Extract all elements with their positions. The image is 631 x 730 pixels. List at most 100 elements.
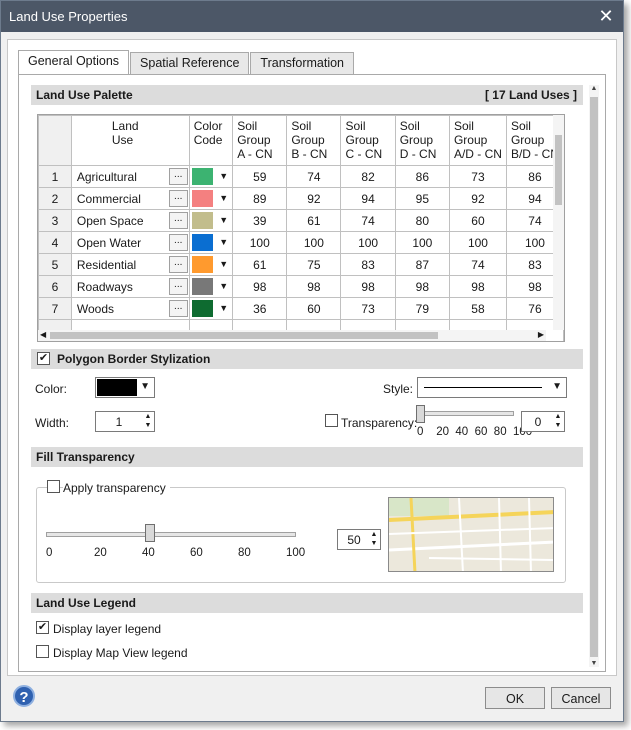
scroll-down-icon[interactable]: ▼ <box>589 660 599 667</box>
land-use-name-cell[interactable]: Open Space... <box>70 209 190 232</box>
cn-value-cell[interactable]: 92 <box>286 187 342 210</box>
spinner-arrows-icon[interactable]: ▲ ▼ <box>368 530 380 549</box>
cn-value-cell[interactable]: 39 <box>232 209 288 232</box>
cn-value-cell[interactable]: 98 <box>394 275 450 298</box>
cn-value-cell[interactable]: 100 <box>232 231 288 254</box>
grid-vscroll-thumb[interactable] <box>555 135 562 205</box>
tab-general-options[interactable]: General Options <box>18 50 130 74</box>
table-row[interactable]: 7 Woods... ▼ 36 60 73 79 58 76 <box>38 297 564 320</box>
color-code-cell[interactable]: ▼ <box>188 231 234 254</box>
border-transparency-thumb[interactable] <box>416 405 425 423</box>
table-row[interactable]: 2 Commercial... ▼ 89 92 94 95 92 94 <box>38 187 564 210</box>
cancel-button[interactable]: Cancel <box>551 687 611 709</box>
cn-value-cell[interactable]: 59 <box>232 165 288 188</box>
cn-value-cell[interactable]: 80 <box>394 209 450 232</box>
land-use-name-cell[interactable]: Commercial... <box>70 187 190 210</box>
land-use-name-cell[interactable]: Open Water... <box>70 231 190 254</box>
cn-value-cell[interactable]: 98 <box>286 275 342 298</box>
spinner-arrows-icon[interactable]: ▲ ▼ <box>142 412 154 431</box>
cn-value-cell[interactable]: 58 <box>448 297 507 320</box>
ok-button[interactable]: OK <box>485 687 545 709</box>
ellipsis-button[interactable]: ... <box>168 300 188 317</box>
cn-value-cell[interactable]: 98 <box>232 275 288 298</box>
fill-transparency-slider[interactable] <box>46 532 296 537</box>
land-use-name-cell[interactable]: Agricultural... <box>70 165 190 188</box>
cn-value-cell[interactable]: 87 <box>394 253 450 276</box>
land-use-name: Open Space <box>76 213 144 228</box>
cn-value-cell[interactable]: 60 <box>286 297 342 320</box>
cn-value-cell[interactable]: 95 <box>394 187 450 210</box>
help-icon[interactable]: ? <box>13 685 35 707</box>
cn-value-cell[interactable]: 83 <box>340 253 396 276</box>
scroll-right-icon[interactable]: ▶ <box>538 330 544 339</box>
ellipsis-button[interactable]: ... <box>168 168 188 185</box>
border-width-stepper[interactable]: 1 ▲ ▼ <box>95 411 155 432</box>
border-style-select[interactable]: ▼ <box>417 377 567 398</box>
table-row[interactable]: 4 Open Water... ▼ 100 100 100 100 100 100 <box>38 231 564 254</box>
border-color-picker[interactable]: ▼ <box>95 377 155 398</box>
cn-value-cell[interactable]: 100 <box>448 231 507 254</box>
cn-value-cell[interactable]: 100 <box>340 231 396 254</box>
panel-vscroll-thumb[interactable] <box>590 97 598 657</box>
transparency-checkbox[interactable] <box>325 414 338 427</box>
close-icon[interactable]: ✕ <box>589 6 623 27</box>
ellipsis-button[interactable]: ... <box>168 190 188 207</box>
ellipsis-button[interactable]: ... <box>168 234 188 251</box>
cn-value-cell[interactable]: 86 <box>394 165 450 188</box>
cn-value-cell[interactable]: 60 <box>448 209 507 232</box>
cn-value-cell[interactable]: 100 <box>394 231 450 254</box>
land-use-name-cell[interactable]: Residential... <box>70 253 190 276</box>
land-use-name-cell[interactable]: Roadways... <box>70 275 190 298</box>
cn-value-cell[interactable]: 61 <box>232 253 288 276</box>
border-stylization-checkbox[interactable]: ✔ <box>37 352 50 365</box>
grid-hscroll-thumb[interactable] <box>50 332 438 339</box>
color-code-cell[interactable]: ▼ <box>188 165 234 188</box>
border-transparency-stepper[interactable]: 0 ▲ ▼ <box>521 411 565 432</box>
cn-value-cell[interactable]: 74 <box>340 209 396 232</box>
ellipsis-button[interactable]: ... <box>168 278 188 295</box>
tab-spatial-reference[interactable]: Spatial Reference <box>130 52 250 74</box>
cn-value-cell[interactable]: 79 <box>394 297 450 320</box>
cn-value-cell[interactable]: 36 <box>232 297 288 320</box>
grid-vertical-scrollbar[interactable] <box>553 115 564 330</box>
ellipsis-button[interactable]: ... <box>168 212 188 229</box>
cn-value-cell[interactable]: 94 <box>340 187 396 210</box>
display-map-view-legend-checkbox[interactable] <box>36 645 49 658</box>
cn-value-cell[interactable]: 61 <box>286 209 342 232</box>
color-code-cell[interactable]: ▼ <box>188 297 234 320</box>
color-code-cell[interactable]: ▼ <box>188 187 234 210</box>
border-transparency-slider[interactable] <box>418 411 514 416</box>
tick-label: 60 <box>474 426 488 438</box>
fill-transparency-thumb[interactable] <box>145 524 155 542</box>
fill-transparency-stepper[interactable]: 50 ▲ ▼ <box>337 529 381 550</box>
cn-value-cell[interactable]: 98 <box>448 275 507 298</box>
table-row[interactable]: 5 Residential... ▼ 61 75 83 87 74 83 <box>38 253 564 276</box>
land-use-name-cell[interactable]: Woods... <box>70 297 190 320</box>
scroll-left-icon[interactable]: ◀ <box>40 330 46 339</box>
cn-value-cell[interactable]: 89 <box>232 187 288 210</box>
cn-value-cell[interactable]: 92 <box>448 187 507 210</box>
grid-horizontal-scrollbar[interactable]: ◀ ▶ <box>38 330 546 341</box>
panel-vertical-scrollbar[interactable]: ▲ ▼ <box>589 85 599 667</box>
spinner-arrows-icon[interactable]: ▲ ▼ <box>552 412 564 431</box>
cn-value-cell[interactable]: 74 <box>286 165 342 188</box>
color-code-cell[interactable]: ▼ <box>188 209 234 232</box>
color-code-cell[interactable]: ▼ <box>188 253 234 276</box>
cn-value-cell[interactable]: 98 <box>340 275 396 298</box>
cn-value-cell[interactable]: 73 <box>340 297 396 320</box>
cn-value-cell[interactable]: 75 <box>286 253 342 276</box>
ellipsis-button[interactable]: ... <box>168 256 188 273</box>
apply-transparency-checkbox[interactable] <box>47 480 60 493</box>
scroll-up-icon[interactable]: ▲ <box>589 85 599 92</box>
display-layer-legend-checkbox[interactable]: ✔ <box>36 621 49 634</box>
color-code-cell[interactable]: ▼ <box>188 275 234 298</box>
cn-value-cell[interactable]: 100 <box>286 231 342 254</box>
table-row[interactable]: 3 Open Space... ▼ 39 61 74 80 60 74 <box>38 209 564 232</box>
cn-value-cell[interactable]: 73 <box>448 165 507 188</box>
cn-value-cell[interactable]: 74 <box>448 253 507 276</box>
cn-value-cell[interactable]: 82 <box>340 165 396 188</box>
tab-transformation[interactable]: Transformation <box>250 52 354 74</box>
table-row[interactable]: 6 Roadways... ▼ 98 98 98 98 98 98 <box>38 275 564 298</box>
color-label: Color: <box>35 382 68 396</box>
table-row[interactable]: 1 Agricultural... ▼ 59 74 82 86 73 86 <box>38 165 564 188</box>
